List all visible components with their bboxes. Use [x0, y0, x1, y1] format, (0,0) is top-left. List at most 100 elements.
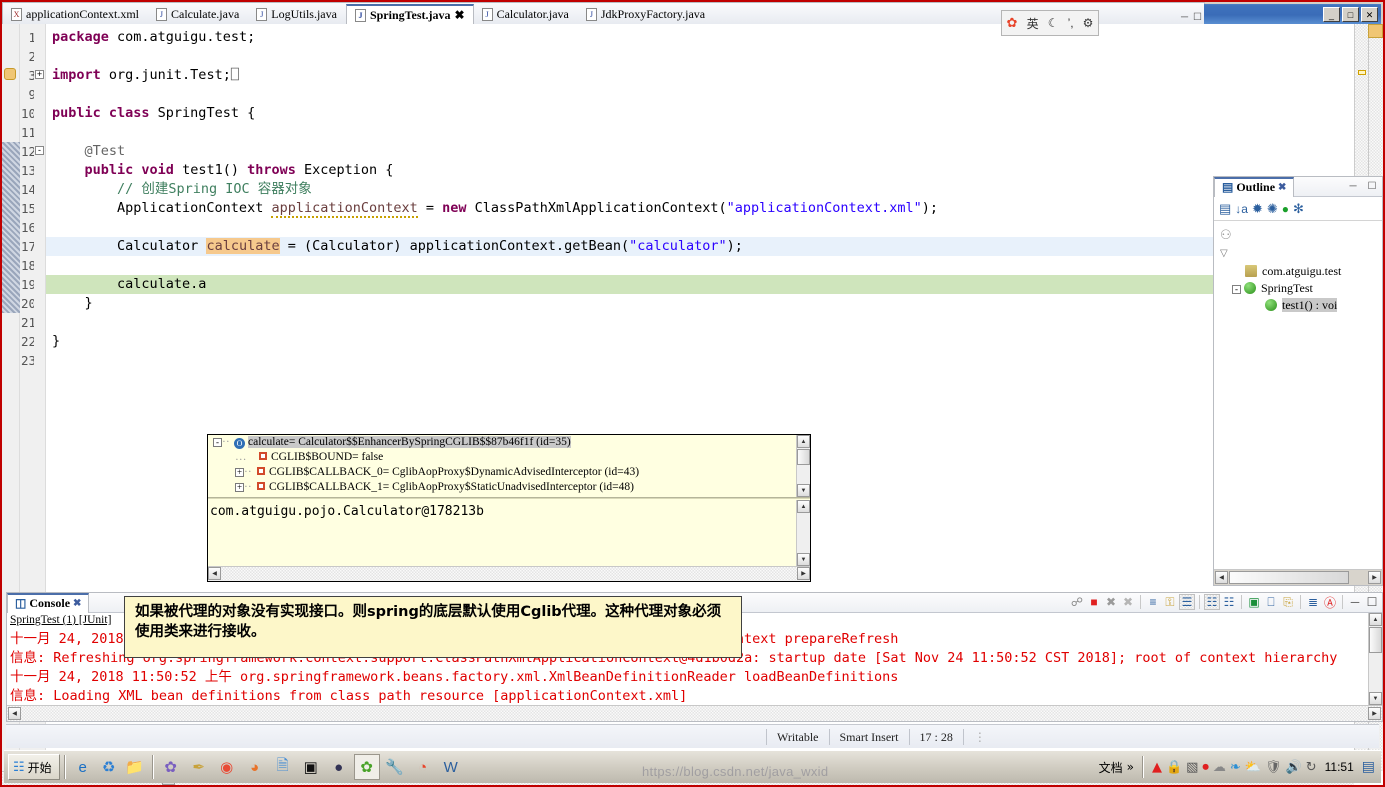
ime-toolbar[interactable]: ✿ 英 ☾ ’, ⚙ — [1001, 10, 1099, 36]
tab-outline[interactable]: ▤ Outline ✖ — [1214, 176, 1295, 197]
ime-punctuation-icon[interactable]: ’, — [1068, 16, 1074, 30]
maximize-button[interactable]: □ — [1342, 7, 1359, 22]
tray-update-icon[interactable]: ↻ — [1306, 760, 1317, 775]
show-on-output-icon[interactable]: ☰ — [1179, 594, 1195, 610]
hover-variable-row[interactable]: + ·· CGLIB$CALLBACK_1= CglibAopProxy$Stati… — [208, 480, 796, 495]
hide-local-types-icon[interactable]: ✻ — [1293, 201, 1304, 217]
word-wrap-icon[interactable]: ≣ — [1305, 594, 1321, 610]
code-line[interactable]: import org.junit.Test;⎕ — [46, 66, 1354, 85]
tree-expander-icon[interactable]: - — [213, 438, 222, 447]
lock-scroll-icon[interactable]: ⚿ — [1162, 594, 1178, 610]
tray-volume-icon[interactable]: 🔊 — [1286, 760, 1302, 775]
close-icon[interactable]: ✖ — [1278, 182, 1286, 193]
start-button[interactable]: ☷ 开始 — [8, 754, 60, 780]
outline-header-tools[interactable]: ─ ☐ — [1345, 178, 1380, 194]
code-line[interactable]: public class SpringTest { — [46, 104, 1354, 123]
fold-toggle-icon[interactable]: + — [35, 70, 44, 79]
outline-toolbar[interactable]: ▤ ↓a ✹ ✺ ● ✻ — [1214, 197, 1382, 221]
show-console-icon[interactable]: ☷ — [1204, 594, 1220, 610]
hover-variable-row[interactable]: + ·· CGLIB$CALLBACK_0= CglibAopProxy$Dynam… — [208, 465, 796, 480]
ime-settings-icon[interactable]: ⚙ — [1083, 16, 1094, 30]
code-line[interactable]: ApplicationContext applicationContext = … — [46, 199, 1354, 218]
hover-variable-row[interactable]: - ·· Ocalculate= Calculator$$EnhancerBySpr… — [208, 435, 796, 450]
editor-tab-applicationcontext-xml[interactable]: XapplicationContext.xml — [3, 4, 148, 25]
app-pie-icon[interactable]: ◔ — [410, 754, 436, 780]
tab-console[interactable]: ◫ Console ✖ — [7, 592, 90, 613]
ansi-icon[interactable]: Ⓐ — [1322, 594, 1338, 610]
show-desktop-icon[interactable]: ▤ — [1362, 759, 1375, 775]
close-icon[interactable]: ✖ — [73, 598, 81, 609]
code-line[interactable] — [46, 47, 1354, 66]
editor-tab-calculate-java[interactable]: J Calculate.java — [148, 4, 248, 25]
terminate-icon[interactable]: ■ — [1086, 594, 1102, 610]
app-notepad-icon[interactable]: 🗎 — [270, 754, 296, 780]
code-line[interactable] — [46, 123, 1354, 142]
editor-tab-calculator-java[interactable]: J Calculator.java — [474, 4, 578, 25]
tree-expander-icon[interactable]: + — [235, 468, 244, 477]
outline-filter-icon[interactable]: ⚇ — [1214, 221, 1382, 243]
close-icon[interactable]: ✖ — [455, 8, 465, 23]
app-word-icon[interactable]: W — [438, 754, 464, 780]
code-line[interactable]: package com.atguigu.test; — [46, 28, 1354, 47]
tray-cloud-icon[interactable]: ☁ — [1213, 760, 1226, 775]
code-line[interactable]: public void test1() throws Exception { — [46, 161, 1354, 180]
code-line[interactable]: } — [46, 294, 1354, 313]
debug-hover-popup[interactable]: - ·· Ocalculate= Calculator$$EnhancerBySpr… — [207, 434, 811, 582]
pin-console-icon[interactable]: ☍ — [1069, 594, 1085, 610]
minimize-icon[interactable]: ─ — [1181, 12, 1188, 23]
tray-shutdown-icon[interactable]: ⏺ — [1202, 760, 1209, 775]
app-sts-icon[interactable]: ✿ — [353, 754, 380, 780]
code-line[interactable]: @Test — [46, 142, 1354, 161]
display-selected-console-icon[interactable]: ⎕ — [1263, 594, 1279, 610]
tree-expander-icon[interactable]: - — [1232, 285, 1241, 294]
tray-chevron-icon[interactable]: » — [1127, 760, 1134, 774]
collapse-all-icon[interactable]: ▤ — [1219, 201, 1231, 217]
tray-network-icon[interactable]: ▧ — [1186, 760, 1198, 775]
outline-row[interactable]: test1() : voi — [1218, 297, 1382, 314]
hover-variable-tree[interactable]: - ·· Ocalculate= Calculator$$EnhancerBySpr… — [208, 435, 796, 497]
maximize-icon[interactable]: ☐ — [1193, 12, 1202, 23]
fold-toggle-icon[interactable]: - — [35, 146, 44, 155]
tree-expander-icon[interactable]: + — [235, 483, 244, 492]
console-vscrollbar[interactable]: ▲ ▼ — [1368, 613, 1382, 705]
tray-security-icon[interactable]: 🔒 — [1166, 760, 1182, 775]
app-chrome-icon[interactable]: ◉ — [214, 754, 240, 780]
taskbar-clock[interactable]: 11:51 — [1321, 760, 1358, 774]
tray-weather-icon[interactable]: ⛅ — [1245, 760, 1261, 775]
code-line[interactable] — [46, 351, 1354, 370]
outline-row[interactable]: - SpringTest — [1218, 280, 1382, 297]
hover-variable-row[interactable]: … CGLIB$BOUND= false — [208, 450, 796, 465]
remove-launch-icon[interactable]: ✖ — [1103, 594, 1119, 610]
pin-icon[interactable]: ☷ — [1221, 594, 1237, 610]
code-line[interactable]: Calculator calculate = (Calculator) appl… — [46, 237, 1354, 256]
outline-expander-icon[interactable]: ▽ — [1214, 243, 1382, 263]
editor-tab-springtest-java[interactable]: J SpringTest.java ✖ — [345, 4, 474, 25]
ime-paw-icon[interactable]: ✿ — [1007, 15, 1018, 31]
editor-annotation-summary-icon[interactable] — [1368, 24, 1383, 38]
editor-tab-logutils-java[interactable]: J LogUtils.java — [248, 4, 346, 25]
outline-body[interactable]: ▤ ↓a ✹ ✺ ● ✻ ⚇ ▽ com.atguigu.test - Spring… — [1214, 197, 1382, 585]
app-tomcat-icon[interactable]: 🔧 — [382, 754, 408, 780]
editor-tab-jdkproxyfactory-java[interactable]: J JdkProxyFactory.java — [578, 4, 714, 25]
outline-tree[interactable]: com.atguigu.test - SpringTest test1() : voi — [1214, 263, 1382, 314]
open-console-icon[interactable]: ▣ — [1246, 594, 1262, 610]
tray-guard-icon[interactable]: 🛡 — [1265, 760, 1282, 775]
minimize-icon[interactable]: ─ — [1345, 178, 1361, 194]
tray-docs-label[interactable]: 文档 — [1099, 759, 1123, 776]
maximize-icon[interactable]: ☐ — [1364, 594, 1380, 610]
minimize-button[interactable]: _ — [1323, 7, 1340, 22]
hide-static-icon[interactable]: ✺ — [1267, 201, 1278, 217]
ime-lang-icon[interactable]: 英 — [1027, 15, 1039, 32]
app-cmd-icon[interactable]: ▣ — [298, 754, 324, 780]
maximize-icon[interactable]: ☐ — [1364, 178, 1380, 194]
tray-qq-icon[interactable]: ❧ — [1230, 760, 1241, 775]
remove-all-icon[interactable]: ✖ — [1120, 594, 1136, 610]
app-editor-icon[interactable]: ✒ — [186, 754, 212, 780]
code-line[interactable] — [46, 218, 1354, 237]
sort-icon[interactable]: ↓a — [1235, 202, 1248, 216]
code-line[interactable] — [46, 256, 1354, 275]
editor-tab-tools[interactable]: ─ ☐ — [1181, 12, 1202, 23]
clear-console-icon[interactable]: ≡ — [1145, 594, 1161, 610]
code-line[interactable]: // 创建Spring IOC 容器对象 — [46, 180, 1354, 199]
hide-nonpublic-icon[interactable]: ● — [1282, 202, 1289, 216]
